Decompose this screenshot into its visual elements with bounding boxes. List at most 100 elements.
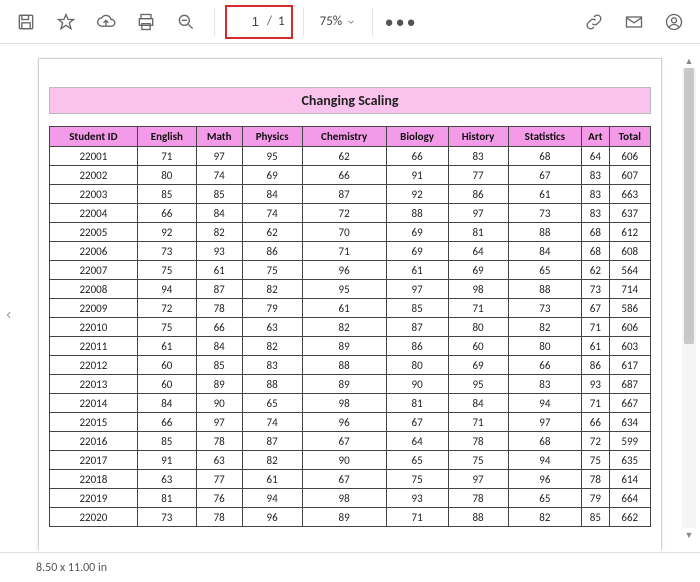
table-cell: 88 (302, 356, 386, 375)
table-row: 220148490659881849471667 (50, 394, 651, 413)
scroll-down-icon[interactable]: ▼ (682, 528, 696, 542)
table-header: Physics (242, 127, 302, 147)
table-cell: 93 (386, 489, 448, 508)
table-cell: 80 (137, 166, 196, 185)
table-cell: 60 (137, 375, 196, 394)
table-cell: 94 (242, 489, 302, 508)
more-icon[interactable]: ••• (383, 4, 419, 40)
table-cell: 608 (609, 242, 650, 261)
table-cell: 85 (137, 432, 196, 451)
table-cell: 67 (302, 470, 386, 489)
table-cell: 22003 (50, 185, 138, 204)
table-header: Student ID (50, 127, 138, 147)
table-cell: 66 (196, 318, 242, 337)
status-bar: 8.50 x 11.00 in (0, 552, 700, 582)
table-cell: 71 (137, 147, 196, 166)
mail-icon[interactable] (616, 4, 652, 40)
table-cell: 599 (609, 432, 650, 451)
table-cell: 66 (137, 204, 196, 223)
separator (372, 8, 373, 36)
table-cell: 89 (302, 375, 386, 394)
table-cell: 85 (386, 299, 448, 318)
table-cell: 75 (137, 318, 196, 337)
scroll-up-icon[interactable]: ▲ (682, 54, 696, 68)
table-cell: 94 (137, 280, 196, 299)
table-cell: 78 (448, 432, 508, 451)
table-cell: 73 (508, 204, 582, 223)
zoom-out-icon[interactable] (168, 4, 204, 40)
page-sep: / (267, 14, 272, 29)
table-cell: 69 (448, 356, 508, 375)
table-row: 220136089888990958393687 (50, 375, 651, 394)
data-table: Student IDEnglishMathPhysicsChemistryBio… (49, 126, 651, 527)
table-header: Chemistry (302, 127, 386, 147)
table-cell: 88 (508, 280, 582, 299)
profile-icon[interactable] (656, 4, 692, 40)
table-cell: 80 (386, 356, 448, 375)
table-row: 220089487829597988873714 (50, 280, 651, 299)
table-cell: 82 (196, 223, 242, 242)
scroll-thumb[interactable] (684, 68, 694, 344)
table-header: Biology (386, 127, 448, 147)
table-cell: 78 (196, 432, 242, 451)
table-cell: 66 (508, 356, 582, 375)
print-icon[interactable] (128, 4, 164, 40)
table-cell: 78 (582, 470, 609, 489)
table-row: 220046684747288977383637 (50, 204, 651, 223)
table-cell: 73 (137, 508, 196, 527)
table-cell: 70 (302, 223, 386, 242)
table-cell: 86 (448, 185, 508, 204)
zoom-select[interactable]: 75% (314, 14, 362, 29)
table-cell: 86 (582, 356, 609, 375)
vertical-scrollbar[interactable]: ▲ ▼ (682, 54, 696, 542)
table-row: 220038585848792866183663 (50, 185, 651, 204)
table-cell: 86 (242, 242, 302, 261)
zoom-value: 75% (320, 14, 342, 29)
star-icon[interactable] (48, 4, 84, 40)
table-cell: 76 (196, 489, 242, 508)
table-cell: 97 (448, 204, 508, 223)
link-icon[interactable] (576, 4, 612, 40)
table-cell: 67 (582, 299, 609, 318)
table-cell: 63 (196, 451, 242, 470)
table-cell: 84 (508, 242, 582, 261)
table-cell: 65 (508, 489, 582, 508)
scroll-track[interactable] (682, 68, 696, 528)
table-cell: 89 (196, 375, 242, 394)
page-current-input[interactable] (233, 13, 261, 30)
table-cell: 90 (302, 451, 386, 470)
table-cell: 88 (242, 375, 302, 394)
table-cell: 61 (386, 261, 448, 280)
table-cell: 22017 (50, 451, 138, 470)
table-row: 220028074696691776783607 (50, 166, 651, 185)
table-cell: 86 (386, 337, 448, 356)
table-cell: 97 (508, 413, 582, 432)
table-cell: 75 (582, 451, 609, 470)
prev-page-button[interactable] (2, 300, 16, 330)
table-row: 220156697749667719766634 (50, 413, 651, 432)
table-cell: 60 (448, 337, 508, 356)
table-row: 220067393867169648468608 (50, 242, 651, 261)
table-header: Statistics (508, 127, 582, 147)
table-cell: 95 (448, 375, 508, 394)
table-cell: 81 (448, 223, 508, 242)
table-cell: 88 (386, 204, 448, 223)
save-icon[interactable] (8, 4, 44, 40)
table-cell: 68 (508, 432, 582, 451)
table-cell: 90 (386, 375, 448, 394)
table-cell: 22006 (50, 242, 138, 261)
table-header: Total (609, 127, 650, 147)
table-cell: 97 (448, 470, 508, 489)
table-cell: 22010 (50, 318, 138, 337)
table-cell: 68 (508, 147, 582, 166)
table-cell: 87 (302, 185, 386, 204)
table-cell: 71 (448, 299, 508, 318)
table-cell: 22011 (50, 337, 138, 356)
table-cell: 98 (448, 280, 508, 299)
cloud-upload-icon[interactable] (88, 4, 124, 40)
page-indicator: / 1 (225, 5, 293, 39)
table-cell: 22008 (50, 280, 138, 299)
table-cell: 687 (609, 375, 650, 394)
table-cell: 22004 (50, 204, 138, 223)
table-cell: 22019 (50, 489, 138, 508)
